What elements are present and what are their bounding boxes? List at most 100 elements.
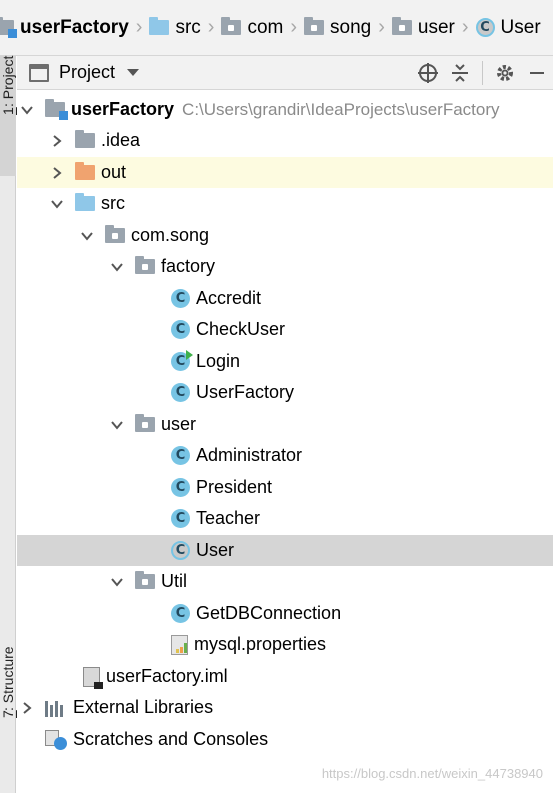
tree-item-label: External Libraries [73, 697, 214, 717]
navigation-bar: userFactory › src › com › song › user › … [0, 0, 553, 56]
tree-item-label: User [196, 540, 235, 560]
tree-item-user-package[interactable]: user [17, 409, 553, 440]
tree-item-label: .idea [101, 130, 141, 150]
breadcrumb-com[interactable]: com [221, 0, 283, 55]
toolbar-divider [482, 60, 483, 85]
class-icon: C [171, 383, 190, 402]
chevron-right-icon[interactable] [49, 133, 65, 149]
breadcrumb-User-class[interactable]: C User [475, 0, 541, 55]
tree-item-mysql-properties[interactable]: mysql.properties [17, 629, 553, 660]
tree-item-out[interactable]: out [17, 157, 553, 188]
tree-item-administrator[interactable]: C Administrator [17, 440, 553, 471]
package-icon [105, 225, 125, 243]
tree-item-label: Util [161, 571, 187, 591]
tree-item-userfactory-class[interactable]: C UserFactory [17, 377, 553, 408]
tree-item-label: out [101, 162, 127, 182]
module-file-icon [83, 666, 103, 689]
tree-item-label: Login [196, 351, 241, 371]
chevron-right-icon[interactable] [19, 700, 35, 716]
tree-item-label: mysql.properties [194, 634, 327, 654]
breadcrumb-label: src [175, 16, 201, 38]
collapse-all-icon[interactable] [444, 59, 476, 87]
structure-tab-label: : Structure [0, 646, 16, 711]
gear-icon[interactable] [489, 59, 521, 87]
breadcrumb-label: com [247, 16, 284, 38]
tree-item-label: factory [161, 256, 216, 276]
project-tab-number: 1 [0, 107, 16, 116]
tree-item-label: com.song [131, 225, 210, 245]
abstract-class-icon: C [171, 541, 190, 560]
tree-item-user-class[interactable]: C User [17, 535, 553, 566]
breadcrumb-label: song [330, 16, 372, 38]
tree-item-checkuser[interactable]: C CheckUser [17, 314, 553, 345]
tree-item-label: CheckUser [196, 319, 286, 339]
tree-item-label: src [101, 193, 125, 213]
chevron-right-icon: › [461, 16, 469, 38]
structure-tool-tab[interactable]: 7: Structure [0, 646, 16, 756]
chevron-right-icon: › [378, 16, 385, 38]
package-icon [135, 571, 155, 589]
tree-item-label: UserFactory [196, 382, 295, 402]
watermark: https://blog.csdn.net/weixin_44738940 [321, 766, 543, 781]
tree-item-accredit[interactable]: C Accredit [17, 283, 553, 314]
hide-icon[interactable] [521, 59, 553, 87]
project-tool-window-header: Project [17, 56, 553, 90]
chevron-down-icon[interactable] [19, 102, 35, 118]
package-icon [304, 17, 325, 35]
tree-item-label: President [196, 477, 273, 497]
tree-item-root[interactable]: userFactory C:\Users\grandir\IdeaProject… [17, 94, 553, 125]
structure-tab-number: 7 [0, 710, 16, 719]
properties-file-icon [171, 634, 188, 655]
chevron-right-icon[interactable] [49, 165, 65, 181]
class-icon: C [171, 509, 190, 528]
breadcrumb-user[interactable]: user [391, 0, 455, 55]
tree-item-label: Accredit [196, 288, 262, 308]
tree-item-president[interactable]: C President [17, 472, 553, 503]
tree-item-src[interactable]: src [17, 188, 553, 219]
tree-item-com-song[interactable]: com.song [17, 220, 553, 251]
project-tool-tab[interactable]: 1: Project [0, 56, 16, 176]
chevron-down-icon[interactable] [49, 196, 65, 212]
chevron-down-icon[interactable] [109, 417, 125, 433]
tree-item-label: userFactory [71, 99, 175, 119]
view-dropdown-icon[interactable] [127, 69, 140, 76]
chevron-right-icon: › [135, 16, 143, 38]
tree-item-label: userFactory.iml [106, 666, 228, 686]
chevron-right-icon: › [207, 16, 215, 38]
tree-item-getdbconnection[interactable]: C GetDBConnection [17, 598, 553, 629]
class-icon: C [171, 604, 190, 623]
tree-item-login[interactable]: C Login [17, 346, 553, 377]
folder-icon [75, 130, 95, 148]
source-folder-icon [149, 17, 170, 35]
project-path: C:\Users\grandir\IdeaProjects\userFactor… [182, 99, 500, 119]
source-folder-icon [75, 193, 95, 211]
tree-item-label: user [161, 414, 197, 434]
breadcrumb-song[interactable]: song [304, 0, 371, 55]
tree-item-iml[interactable]: userFactory.iml [17, 661, 553, 692]
package-icon [135, 414, 155, 432]
excluded-folder-icon [75, 162, 95, 180]
tree-item-scratches[interactable]: Scratches and Consoles [17, 724, 553, 755]
breadcrumb-userFactory[interactable]: userFactory [0, 0, 129, 55]
tree-item-label: Administrator [196, 445, 303, 465]
library-icon [45, 699, 67, 717]
tree-item-util[interactable]: Util [17, 566, 553, 597]
project-tab-label: : Project [0, 56, 16, 108]
breadcrumb-src[interactable]: src [149, 0, 201, 55]
breadcrumb-label: userFactory [20, 16, 129, 38]
package-icon [135, 256, 155, 274]
class-icon: C [171, 289, 190, 308]
chevron-down-icon[interactable] [79, 228, 95, 244]
tree-item-label: Teacher [196, 508, 261, 528]
tree-item-teacher[interactable]: C Teacher [17, 503, 553, 534]
tree-item-factory[interactable]: factory [17, 251, 553, 282]
tool-window-title[interactable]: Project [59, 62, 115, 83]
package-icon [221, 17, 242, 35]
tree-item-external-libraries[interactable]: External Libraries [17, 692, 553, 723]
chevron-down-icon[interactable] [109, 574, 125, 590]
left-tool-strip: 1: Project 7: Structure [0, 56, 16, 793]
locate-icon[interactable] [412, 59, 444, 87]
chevron-right-icon: › [290, 16, 298, 38]
chevron-down-icon[interactable] [109, 259, 125, 275]
tree-item-idea[interactable]: .idea [17, 125, 553, 156]
